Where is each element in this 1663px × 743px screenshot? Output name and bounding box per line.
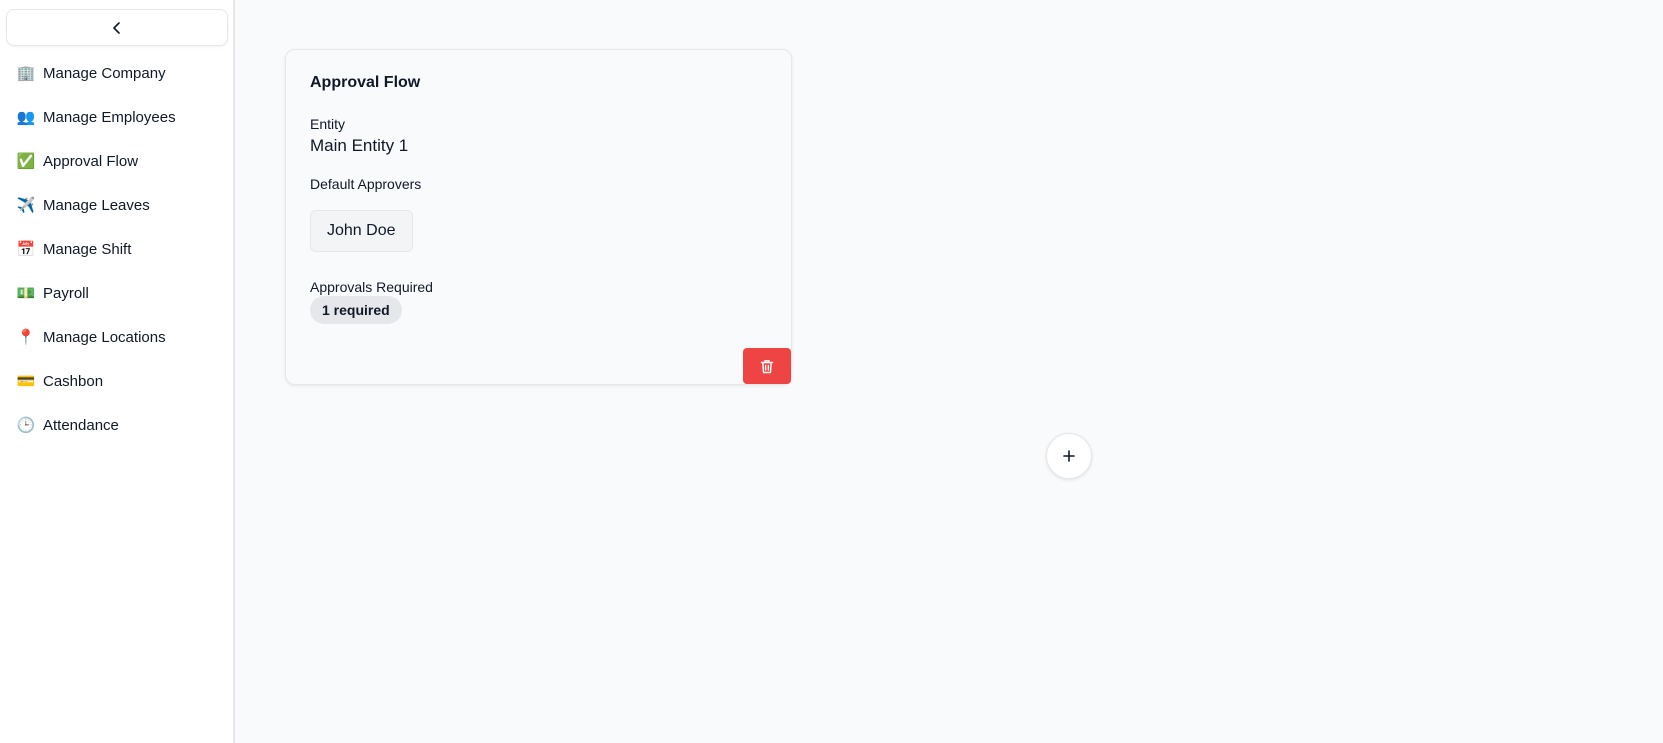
calendar-icon: 📅	[16, 240, 36, 258]
plus-icon	[1063, 450, 1075, 462]
clock-icon: 🕒	[16, 416, 36, 434]
delete-button[interactable]	[743, 348, 791, 384]
sidebar-item-manage-shift[interactable]: 📅 Manage Shift	[0, 227, 233, 271]
sidebar-item-manage-leaves[interactable]: ✈️ Manage Leaves	[0, 183, 233, 227]
sidebar-item-approval-flow[interactable]: ✅ Approval Flow	[0, 139, 233, 183]
chevron-left-icon	[113, 21, 120, 34]
sidebar-item-cashbon[interactable]: 💳 Cashbon	[0, 359, 233, 403]
airplane-icon: ✈️	[16, 196, 36, 214]
approver-chip: John Doe	[310, 210, 413, 252]
sidebar-item-label: Approval Flow	[43, 152, 139, 170]
sidebar-item-label: Manage Company	[43, 64, 166, 82]
sidebar-item-manage-company[interactable]: 🏢 Manage Company	[0, 51, 233, 95]
sidebar-nav: 🏢 Manage Company 👥 Manage Employees ✅ Ap…	[0, 51, 233, 447]
sidebar-item-attendance[interactable]: 🕒 Attendance	[0, 403, 233, 447]
add-approval-flow-button[interactable]	[1046, 433, 1092, 479]
sidebar-item-label: Manage Leaves	[43, 196, 150, 214]
sidebar-collapse-button[interactable]	[6, 9, 228, 46]
sidebar-item-label: Payroll	[43, 284, 89, 302]
check-mark-icon: ✅	[16, 152, 36, 170]
office-building-icon: 🏢	[16, 64, 36, 82]
money-icon: 💵	[16, 284, 36, 302]
sidebar-item-label: Manage Locations	[43, 328, 166, 346]
trash-icon	[760, 359, 774, 373]
approvals-required-label: Approvals Required	[310, 279, 433, 295]
main-content: Approval Flow Entity Main Entity 1 Defau…	[235, 0, 1663, 743]
sidebar-item-manage-locations[interactable]: 📍 Manage Locations	[0, 315, 233, 359]
sidebar-item-manage-employees[interactable]: 👥 Manage Employees	[0, 95, 233, 139]
credit-card-icon: 💳	[16, 372, 36, 390]
location-pin-icon: 📍	[16, 328, 36, 346]
card-title: Approval Flow	[310, 74, 421, 91]
sidebar-item-payroll[interactable]: 💵 Payroll	[0, 271, 233, 315]
sidebar: 🏢 Manage Company 👥 Manage Employees ✅ Ap…	[0, 0, 235, 743]
sidebar-item-label: Manage Employees	[43, 108, 176, 126]
sidebar-item-label: Manage Shift	[43, 240, 132, 258]
default-approvers-label: Default Approvers	[310, 176, 422, 192]
sidebar-item-label: Cashbon	[43, 372, 104, 390]
people-icon: 👥	[16, 108, 36, 126]
entity-label: Entity	[310, 116, 346, 132]
entity-value: Main Entity 1	[310, 136, 409, 155]
approval-flow-card: Approval Flow Entity Main Entity 1 Defau…	[285, 49, 792, 385]
sidebar-item-label: Attendance	[43, 416, 119, 434]
approvals-required-badge: 1 required	[310, 296, 402, 324]
